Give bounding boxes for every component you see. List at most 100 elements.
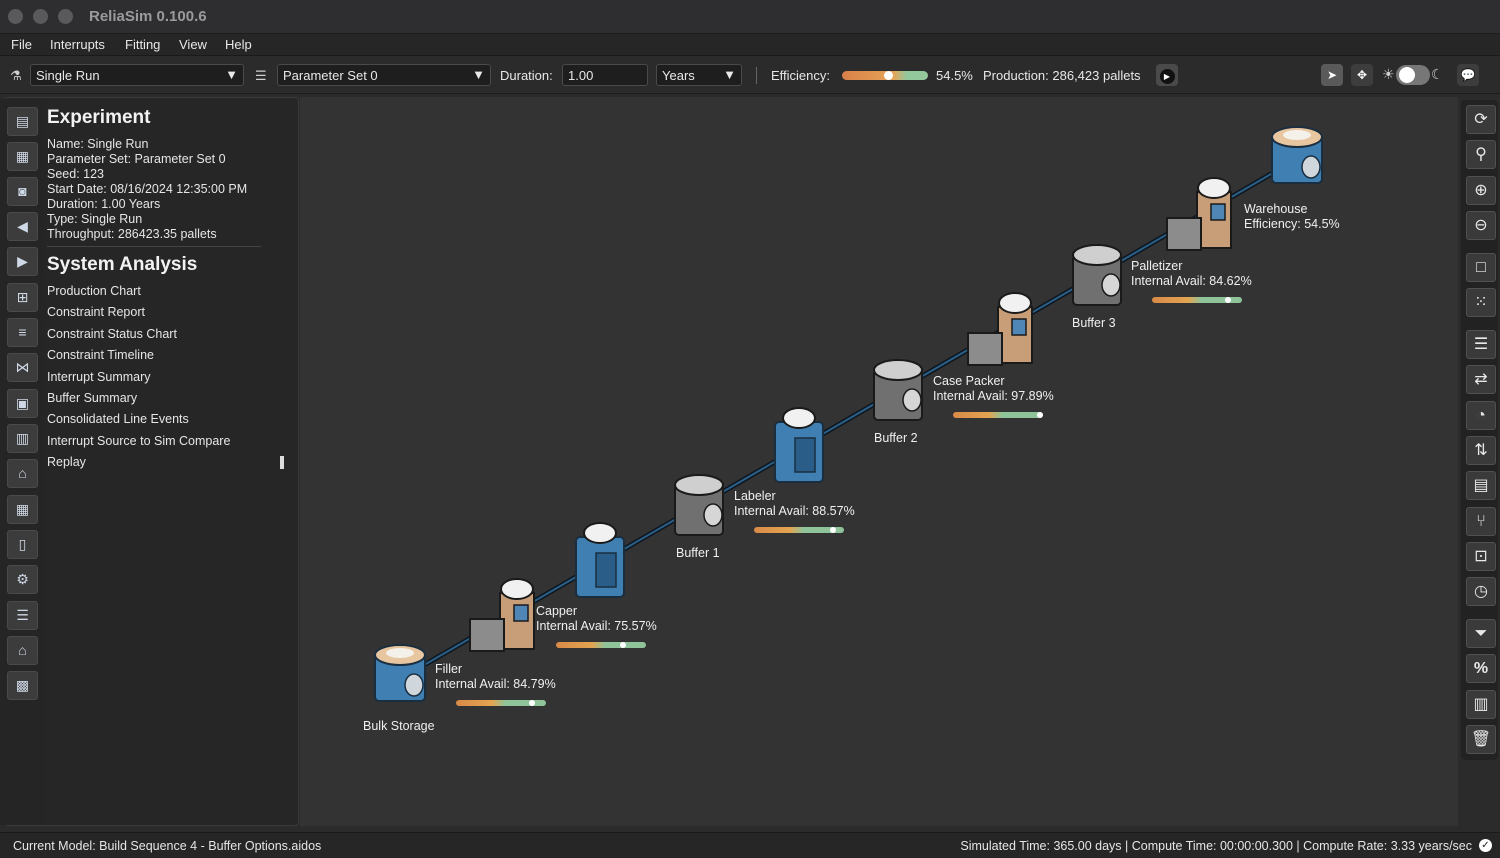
labeler-avail: Internal Avail: 88.57% <box>734 504 855 518</box>
info-parameter-set: Parameter Set: Parameter Set 0 <box>47 152 226 166</box>
chevron-down-icon: ▼ <box>723 67 736 82</box>
pin-icon[interactable]: ⚲ <box>1466 140 1496 169</box>
info-start-date: Start Date: 08/16/2024 12:35:00 PM <box>47 182 248 196</box>
bulk-storage-label: Bulk Storage <box>363 719 435 733</box>
conveyor-icon[interactable]: ≡ <box>7 318 38 347</box>
toggle-knob <box>1399 67 1415 83</box>
refresh-icon[interactable]: ⟳ <box>1466 105 1496 134</box>
menu-bar: File Interrupts Fitting View Help <box>0 34 1500 56</box>
menu-view[interactable]: View <box>179 37 207 52</box>
network-icon[interactable]: ⊞ <box>7 283 38 312</box>
timer-icon[interactable]: ◷ <box>1466 577 1496 606</box>
experiment-select-value: Single Run <box>36 68 100 83</box>
link-production-chart[interactable]: Production Chart <box>47 284 141 298</box>
link-interrupt-source-compare[interactable]: Interrupt Source to Sim Compare <box>47 434 230 448</box>
efficiency-bar <box>842 71 928 80</box>
machine-icon[interactable]: ◙ <box>7 177 38 206</box>
list-settings-icon: ☰ <box>255 68 267 83</box>
zoom-window-button[interactable] <box>58 9 73 24</box>
document-icon[interactable]: ▤ <box>1466 471 1496 500</box>
duration-unit-select[interactable]: Years ▼ <box>656 64 742 86</box>
duration-unit-value: Years <box>662 68 695 83</box>
warehouse-label: Warehouse <box>1244 202 1308 216</box>
close-window-button[interactable] <box>8 9 23 24</box>
experiment-title: Experiment <box>47 107 151 128</box>
bin-icon[interactable]: ▯ <box>7 530 38 559</box>
experiment-select[interactable]: Single Run ▼ <box>30 64 244 86</box>
list-icon[interactable]: ☰ <box>1466 330 1496 359</box>
link-constraint-report[interactable]: Constraint Report <box>47 305 145 319</box>
gauge-icon[interactable]: ◔ <box>1466 401 1496 430</box>
percent-icon[interactable]: % <box>1466 654 1496 683</box>
buffer-3-tank <box>1072 244 1122 306</box>
split-icon[interactable]: ⋈ <box>7 353 38 382</box>
flow-left-icon[interactable]: ◀ <box>7 212 38 241</box>
menu-fitting[interactable]: Fitting <box>125 37 160 52</box>
capper-label: Capper <box>536 604 577 618</box>
duration-label: Duration: <box>500 68 553 83</box>
check-icon: ✓ <box>1479 839 1492 852</box>
factory-icon[interactable]: ⌂ <box>7 636 38 665</box>
bulk-storage-tank <box>374 644 426 702</box>
link-buffer-summary[interactable]: Buffer Summary <box>47 391 137 405</box>
filler-machine <box>469 578 535 652</box>
menu-help[interactable]: Help <box>225 37 252 52</box>
flask-icon: ⚗ <box>10 68 22 83</box>
merge-icon[interactable]: ⑂ <box>1466 507 1496 536</box>
run-button[interactable]: ▶ <box>1156 64 1178 86</box>
link-replay[interactable]: Replay <box>47 455 86 469</box>
case-packer-avail: Internal Avail: 97.89% <box>933 389 1054 403</box>
menu-interrupts[interactable]: Interrupts <box>50 37 105 52</box>
parameter-set-select[interactable]: Parameter Set 0 ▼ <box>277 64 491 86</box>
theme-toggle[interactable] <box>1396 65 1430 85</box>
parameter-set-value: Parameter Set 0 <box>283 68 378 83</box>
events-icon[interactable]: ▥ <box>7 424 38 453</box>
case-packer-label: Case Packer <box>933 374 1005 388</box>
link-constraint-status-chart[interactable]: Constraint Status Chart <box>47 327 177 341</box>
labeler-label: Labeler <box>734 489 776 503</box>
calculator-icon[interactable]: ▦ <box>7 142 38 171</box>
replay-icon[interactable]: ▦ <box>7 495 38 524</box>
chat-button[interactable]: 💬 <box>1457 64 1479 86</box>
minimize-window-button[interactable] <box>33 9 48 24</box>
fit-icon[interactable]: ⊡ <box>1466 542 1496 571</box>
model-canvas[interactable]: Bulk Storage Filler Internal Avail: 84.7… <box>300 97 1458 826</box>
simulation-stats: Simulated Time: 365.00 days | Compute Ti… <box>960 839 1472 853</box>
buffer-1-tank <box>674 474 724 536</box>
link-constraint-timeline[interactable]: Constraint Timeline <box>47 348 154 362</box>
capper-avail-bar <box>556 642 646 648</box>
status-bar: Current Model: Build Sequence 4 - Buffer… <box>0 832 1500 858</box>
flow-right-icon[interactable]: ▶ <box>7 247 38 276</box>
efficiency-value: 54.5% <box>936 68 973 83</box>
link-consolidated-line-events[interactable]: Consolidated Line Events <box>47 412 189 426</box>
move-arrows-icon: ✥ <box>1356 68 1368 82</box>
square-icon[interactable]: □ <box>1466 253 1496 282</box>
zoom-in-icon[interactable]: ⊕ <box>1466 176 1496 205</box>
play-icon: ▶ <box>1159 69 1175 84</box>
swap-icon[interactable]: ⇅ <box>1466 436 1496 465</box>
moon-icon: ☾ <box>1431 66 1444 82</box>
grid-report-icon[interactable]: ▩ <box>7 671 38 700</box>
line-icon[interactable]: ⚙ <box>7 565 38 594</box>
grid-dots-icon[interactable]: ⁙ <box>1466 288 1496 317</box>
capper-machine <box>575 522 625 598</box>
stack-icon[interactable]: ▣ <box>7 389 38 418</box>
bar-chart-icon[interactable]: ▥ <box>1466 690 1496 719</box>
warehouse-efficiency: Efficiency: 54.5% <box>1244 217 1340 231</box>
sliders-icon[interactable]: ☰ <box>7 601 38 630</box>
menu-file[interactable]: File <box>11 37 32 52</box>
duration-input[interactable]: 1.00 <box>562 64 648 86</box>
sun-icon: ☀ <box>1382 66 1395 82</box>
funnel-icon[interactable]: ⏷ <box>1466 619 1496 648</box>
efficiency-label: Efficiency: <box>771 68 831 83</box>
zoom-out-icon[interactable]: ⊖ <box>1466 211 1496 240</box>
link-interrupt-summary[interactable]: Interrupt Summary <box>47 370 151 384</box>
sort-icon[interactable]: ⇄ <box>1466 365 1496 394</box>
compare-icon[interactable]: ⌂ <box>7 459 38 488</box>
pan-tool-button[interactable]: ✥ <box>1351 64 1373 86</box>
select-tool-button[interactable]: ➤ <box>1321 64 1343 86</box>
trash-icon[interactable]: 🗑 <box>1466 725 1496 754</box>
info-duration: Duration: 1.00 Years <box>47 197 161 211</box>
report-icon[interactable]: ▤ <box>7 107 38 136</box>
panel-resize-handle[interactable] <box>280 456 284 469</box>
